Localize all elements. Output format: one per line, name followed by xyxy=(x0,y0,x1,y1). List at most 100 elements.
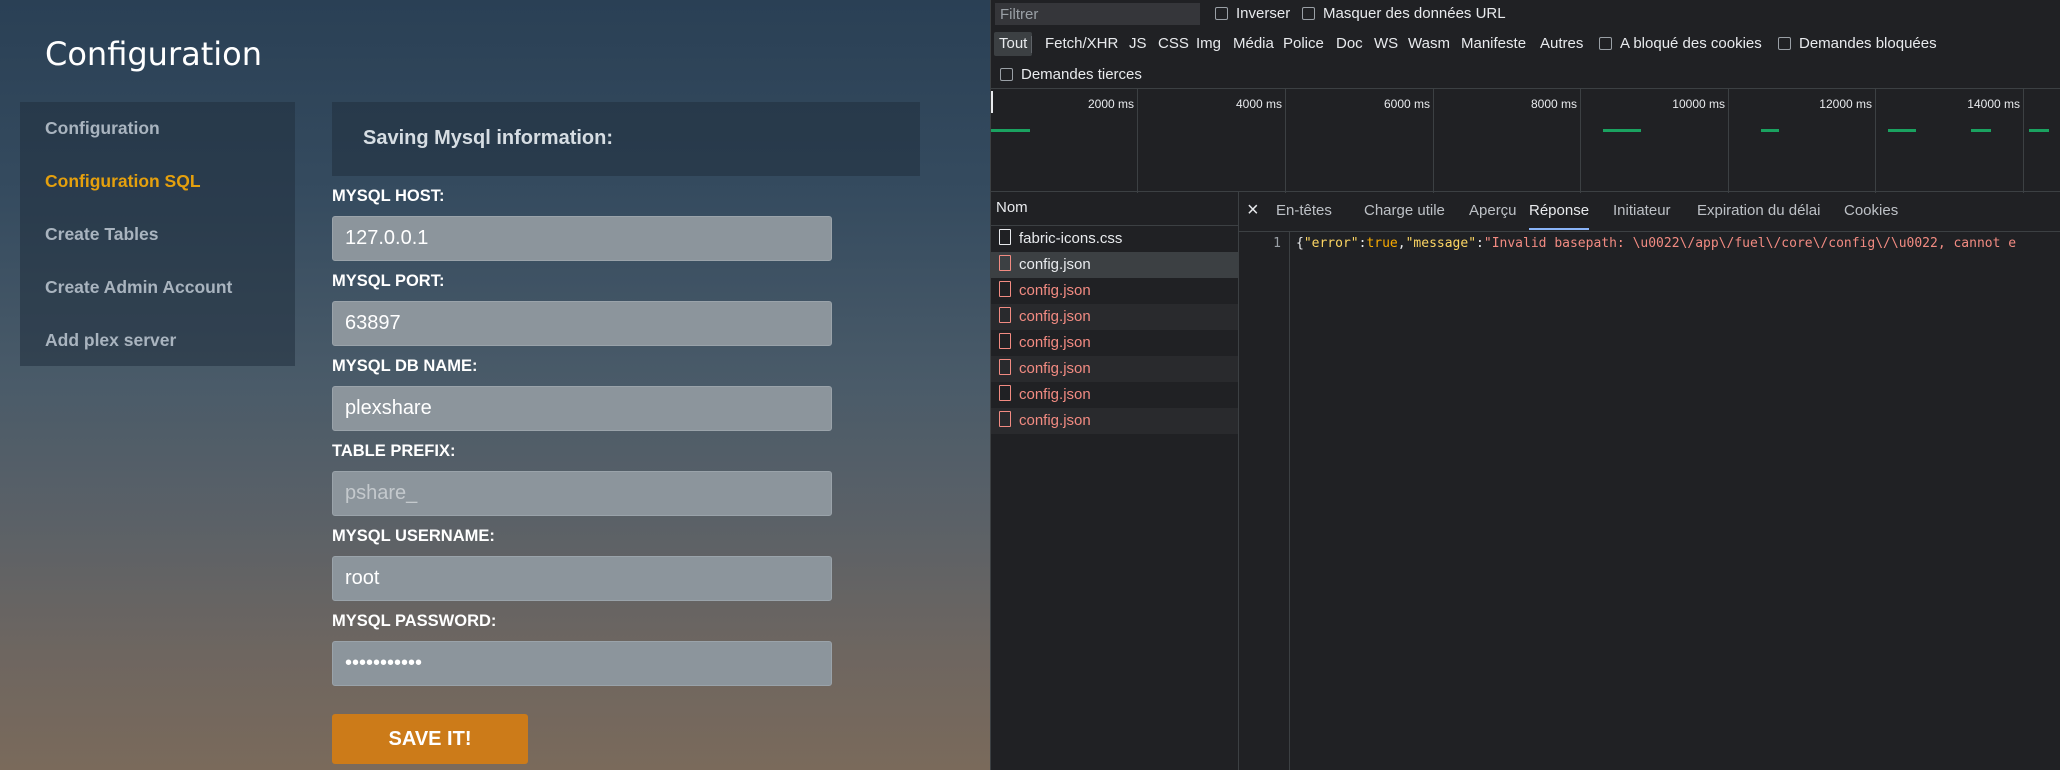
timeline-tick-label: 2000 ms xyxy=(1087,97,1134,111)
request-row[interactable]: config.json xyxy=(991,382,1238,408)
mysql-db-name-label: MYSQL DB NAME: xyxy=(332,357,478,375)
devtools-network-panel: Inverser Masquer des données URL Tout Fe… xyxy=(990,0,2060,770)
filter-input[interactable] xyxy=(995,3,1200,25)
request-row[interactable]: config.json xyxy=(991,408,1238,434)
json-value: "Invalid basepath: \u0022\/app\/fuel\/co… xyxy=(1483,236,2017,251)
response-viewer[interactable]: 1 {"error":true,"message":"Invalid basep… xyxy=(1239,232,2060,770)
file-icon xyxy=(999,333,1011,350)
invert-checkbox[interactable]: Inverser xyxy=(1215,5,1290,22)
request-bar xyxy=(1603,129,1641,132)
close-icon[interactable]: × xyxy=(1247,199,1259,222)
type-img[interactable]: Img xyxy=(1191,32,1226,56)
nav-item-create-admin-account[interactable]: Create Admin Account xyxy=(20,271,295,324)
third-party-label: Demandes tierces xyxy=(1021,66,1142,83)
timeline-gridline xyxy=(1433,89,1434,193)
type-ws[interactable]: WS xyxy=(1369,32,1403,56)
checkbox-icon xyxy=(1000,67,1013,81)
checkbox-icon xyxy=(1215,6,1228,20)
network-timeline[interactable]: 2000 ms 4000 ms 6000 ms 8000 ms 10000 ms… xyxy=(991,88,2060,193)
request-name: config.json xyxy=(1019,360,1091,377)
mysql-port-label: MYSQL PORT: xyxy=(332,272,445,290)
invert-label: Inverser xyxy=(1236,5,1291,22)
type-all[interactable]: Tout xyxy=(994,32,1033,56)
request-bar xyxy=(1888,129,1916,132)
file-icon xyxy=(999,411,1011,428)
type-wasm[interactable]: Wasm xyxy=(1403,32,1455,56)
request-name: config.json xyxy=(1019,412,1091,429)
checkbox-icon xyxy=(1778,36,1791,50)
request-row[interactable]: config.json xyxy=(991,252,1238,278)
table-prefix-input[interactable] xyxy=(332,471,832,516)
hide-data-urls-label: Masquer des données URL xyxy=(1323,5,1506,22)
request-list-header[interactable]: Nom xyxy=(991,192,1238,226)
timeline-gridline xyxy=(2023,89,2024,193)
timeline-tick-label: 12000 ms xyxy=(1819,97,1872,111)
third-party-checkbox[interactable]: Demandes tierces xyxy=(1000,66,1142,83)
file-icon xyxy=(999,255,1011,272)
type-css[interactable]: CSS xyxy=(1153,32,1194,56)
timeline-gridline xyxy=(1285,89,1286,193)
request-row[interactable]: fabric-icons.css xyxy=(991,226,1238,252)
type-font[interactable]: Police xyxy=(1278,32,1329,56)
request-bar xyxy=(2029,129,2049,132)
blocked-requests-label: Demandes bloquées xyxy=(1799,35,1937,52)
timeline-tick-label: 6000 ms xyxy=(1383,97,1430,111)
request-list: Nom fabric-icons.css config.json config.… xyxy=(991,192,1239,770)
tab-cookies[interactable]: Cookies xyxy=(1844,192,1898,230)
json-key: "message" xyxy=(1405,236,1477,251)
tab-payload[interactable]: Charge utile xyxy=(1364,192,1445,230)
request-row[interactable]: config.json xyxy=(991,304,1238,330)
mysql-host-label: MYSQL HOST: xyxy=(332,187,445,205)
file-icon xyxy=(999,359,1011,376)
nav-item-create-tables[interactable]: Create Tables xyxy=(20,218,295,271)
filter-bar: Inverser Masquer des données URL xyxy=(991,0,2060,30)
tab-timing[interactable]: Expiration du délai xyxy=(1697,192,1820,230)
type-js[interactable]: JS xyxy=(1124,32,1152,56)
network-split-view: Nom fabric-icons.css config.json config.… xyxy=(991,192,2060,770)
mysql-password-label: MYSQL PASSWORD: xyxy=(332,612,497,630)
request-row[interactable]: config.json xyxy=(991,356,1238,382)
nav-item-configuration[interactable]: Configuration xyxy=(20,112,295,165)
resource-type-filter: Tout Fetch/XHR JS CSS Img Média Police D… xyxy=(991,32,2060,60)
json-value: true xyxy=(1366,236,1398,251)
detail-tabs: × En-têtes Charge utile Aperçu Réponse I… xyxy=(1239,192,2060,232)
request-name: config.json xyxy=(1019,256,1091,273)
mysql-host-input[interactable] xyxy=(332,216,832,261)
mysql-password-input[interactable] xyxy=(332,641,832,686)
mysql-username-input[interactable] xyxy=(332,556,832,601)
timeline-tick-label: 14000 ms xyxy=(1967,97,2020,111)
type-doc[interactable]: Doc xyxy=(1331,32,1368,56)
nav-item-configuration-sql[interactable]: Configuration SQL xyxy=(20,165,295,218)
type-fetch-xhr[interactable]: Fetch/XHR xyxy=(1040,32,1123,56)
mysql-username-label: MYSQL USERNAME: xyxy=(332,527,495,545)
setup-app: Configuration Configuration Configuratio… xyxy=(0,0,990,770)
checkbox-icon xyxy=(1599,36,1612,50)
type-media[interactable]: Média xyxy=(1228,32,1279,56)
request-bar xyxy=(1761,129,1779,132)
response-code-line: {"error":true,"message":"Invalid basepat… xyxy=(1296,236,2017,251)
panel-header: Saving Mysql information: xyxy=(332,102,920,176)
mysql-port-input[interactable] xyxy=(332,301,832,346)
tab-headers[interactable]: En-têtes xyxy=(1276,192,1332,230)
timeline-gridline xyxy=(1137,89,1138,193)
timeline-cursor xyxy=(991,91,993,113)
blocked-cookies-label: A bloqué des cookies xyxy=(1620,35,1762,52)
timeline-tick-label: 10000 ms xyxy=(1672,97,1725,111)
request-detail: × En-têtes Charge utile Aperçu Réponse I… xyxy=(1239,192,2060,770)
request-bar xyxy=(1971,129,1991,132)
nav-item-add-plex-server[interactable]: Add plex server xyxy=(20,324,295,377)
request-row[interactable]: config.json xyxy=(991,278,1238,304)
type-manifest[interactable]: Manifeste xyxy=(1456,32,1531,56)
hide-data-urls-checkbox[interactable]: Masquer des données URL xyxy=(1302,5,1506,22)
mysql-db-name-input[interactable] xyxy=(332,386,832,431)
tab-response[interactable]: Réponse xyxy=(1529,192,1590,230)
blocked-requests-checkbox[interactable]: Demandes bloquées xyxy=(1778,35,1937,52)
type-other[interactable]: Autres xyxy=(1535,32,1588,56)
tab-initiator[interactable]: Initiateur xyxy=(1613,192,1671,230)
setup-sidebar: Configuration Configuration SQL Create T… xyxy=(20,102,295,366)
save-button[interactable]: SAVE IT! xyxy=(332,714,528,764)
request-row[interactable]: config.json xyxy=(991,330,1238,356)
blocked-cookies-checkbox[interactable]: A bloqué des cookies xyxy=(1599,35,1762,52)
tab-preview[interactable]: Aperçu xyxy=(1469,192,1517,230)
request-name: config.json xyxy=(1019,308,1091,325)
